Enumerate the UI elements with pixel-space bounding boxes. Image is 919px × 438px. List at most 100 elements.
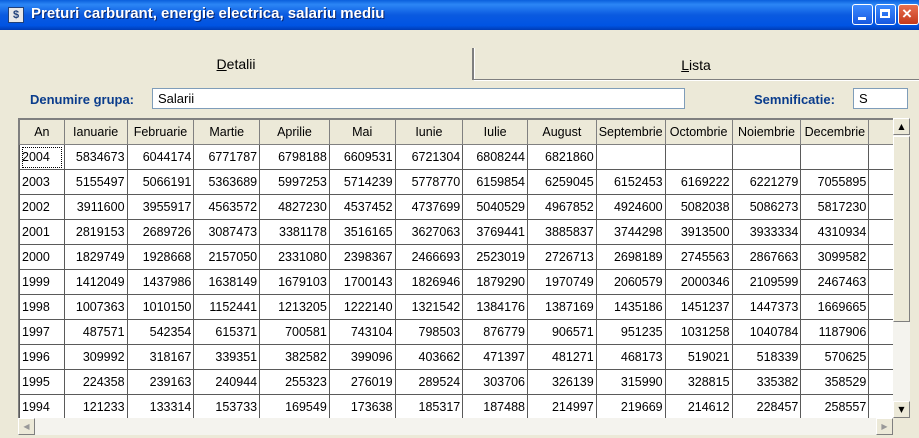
table-cell[interactable]: 5834673 [63,144,128,170]
table-cell[interactable]: 1412049 [63,269,128,295]
table-row[interactable]: 2001 2819153 2689726 3087473 3381178 3516165 3… [19,219,894,245]
table-cell[interactable]: 258557 [800,394,870,420]
close-button[interactable]: × [898,4,919,25]
table-row[interactable]: 1998 1007363 1010150 1152441 1213205 1222140 1… [19,294,894,320]
year-cell[interactable]: 1996 [19,344,65,370]
table-cell[interactable]: 6808244 [462,144,528,170]
table-cell[interactable]: 169549 [259,394,330,420]
table-cell[interactable]: 328815 [664,369,733,395]
table-cell[interactable]: 1879290 [462,269,528,295]
year-cell[interactable]: 1999 [19,269,65,295]
table-cell[interactable]: 173638 [328,394,396,420]
table-cell[interactable]: 6821860 [527,144,597,170]
table-cell[interactable]: 1031258 [664,319,733,345]
column-header[interactable]: August [527,119,597,145]
table-cell[interactable]: 6609531 [328,144,396,170]
column-header[interactable]: Iunie [394,119,464,145]
column-header[interactable]: Noiembrie [731,119,802,145]
table-cell[interactable]: 2109599 [731,269,802,295]
year-cell[interactable]: 1995 [19,369,65,395]
column-header[interactable]: Iulie [462,119,528,145]
table-cell[interactable]: 403662 [394,344,464,370]
table-cell[interactable]: 219669 [595,394,666,420]
table-cell[interactable]: 276019 [328,369,396,395]
table-cell[interactable]: 4967852 [527,194,597,220]
table-cell[interactable]: 399096 [328,344,396,370]
table-cell[interactable]: 4310934 [800,219,870,245]
column-header[interactable]: Septembrie [595,119,666,145]
column-header[interactable]: Februarie [126,119,195,145]
minimize-button[interactable] [852,4,873,25]
table-cell[interactable]: 1700143 [328,269,396,295]
table-cell[interactable]: 2466693 [394,244,464,270]
table-cell[interactable]: 214612 [664,394,733,420]
table-row[interactable]: 2002 3911600 3955917 4563572 4827230 4537452 4… [19,194,894,220]
table-cell[interactable]: 1387169 [527,294,597,320]
table-cell[interactable]: 5363689 [193,169,261,195]
table-cell[interactable]: 309992 [63,344,128,370]
column-header[interactable]: Mai [328,119,396,145]
table-cell[interactable]: 326139 [527,369,597,395]
table-cell[interactable]: 6721304 [394,144,464,170]
scroll-right-button[interactable]: ▶ [876,418,893,435]
table-cell[interactable]: 1213205 [259,294,330,320]
year-cell[interactable]: 2002 [19,194,65,220]
table-cell[interactable]: 5040529 [462,194,528,220]
table-cell[interactable]: 1007363 [63,294,128,320]
table-cell[interactable]: 6152453 [595,169,666,195]
column-header[interactable]: An [19,119,65,145]
table-cell[interactable]: 153733 [193,394,261,420]
year-cell[interactable]: 1997 [19,319,65,345]
scroll-left-button[interactable]: ◀ [18,418,35,435]
table-cell[interactable]: 906571 [527,319,597,345]
scroll-up-button[interactable]: ▲ [893,118,910,135]
year-cell[interactable]: 2004 [19,144,65,170]
table-cell[interactable]: 1222140 [328,294,396,320]
table-cell[interactable]: 518339 [731,344,802,370]
table-row[interactable]: 1995 224358 239163 240944 255323 276019 289524… [19,369,894,395]
table-cell[interactable]: 1437986 [126,269,195,295]
table-cell[interactable]: 2523019 [462,244,528,270]
maximize-button[interactable] [875,4,896,25]
table-cell[interactable]: 1970749 [527,269,597,295]
table-cell[interactable]: 1187906 [800,319,870,345]
table-cell[interactable]: 3381178 [259,219,330,245]
table-cell[interactable]: 3627063 [394,219,464,245]
table-cell[interactable]: 224358 [63,369,128,395]
table-cell[interactable]: 3087473 [193,219,261,245]
table-cell[interactable]: 3913500 [664,219,733,245]
table-cell[interactable]: 228457 [731,394,802,420]
year-cell[interactable]: 2000 [19,244,65,270]
table-cell[interactable]: 5817230 [800,194,870,220]
horizontal-scrollbar[interactable]: ◀ ▶ [18,418,893,435]
column-header[interactable]: Octombrie [664,119,733,145]
year-cell[interactable]: 1994 [19,394,65,420]
table-cell[interactable]: 3885837 [527,219,597,245]
table-cell[interactable]: 185317 [394,394,464,420]
data-grid[interactable]: An Ianuarie Februarie Martie Aprilie Mai Iunie… [18,118,894,429]
year-cell[interactable]: 2001 [19,219,65,245]
grupa-field[interactable]: Salarii [152,88,685,109]
table-cell[interactable]: 4827230 [259,194,330,220]
table-cell[interactable]: 5155497 [63,169,128,195]
table-cell[interactable]: 318167 [126,344,195,370]
table-cell[interactable]: 4737699 [394,194,464,220]
table-cell[interactable]: 4563572 [193,194,261,220]
table-row[interactable]: 2000 1829749 1928668 2157050 2331080 2398367 2… [19,244,894,270]
table-cell[interactable]: 1321542 [394,294,464,320]
table-cell[interactable]: 743104 [328,319,396,345]
table-cell[interactable]: 315990 [595,369,666,395]
table-cell[interactable] [800,144,870,170]
table-cell[interactable] [595,144,666,170]
table-cell[interactable]: 6044174 [126,144,195,170]
vertical-scrollbar[interactable]: ▲ ▼ [893,118,910,418]
table-cell[interactable]: 6771787 [193,144,261,170]
table-cell[interactable]: 255323 [259,369,330,395]
table-cell[interactable]: 6221279 [731,169,802,195]
year-cell[interactable]: 2003 [19,169,65,195]
table-cell[interactable]: 1447373 [731,294,802,320]
table-cell[interactable]: 2726713 [527,244,597,270]
table-cell[interactable]: 1638149 [193,269,261,295]
table-cell[interactable]: 1451237 [664,294,733,320]
vertical-scroll-thumb[interactable] [893,136,910,322]
